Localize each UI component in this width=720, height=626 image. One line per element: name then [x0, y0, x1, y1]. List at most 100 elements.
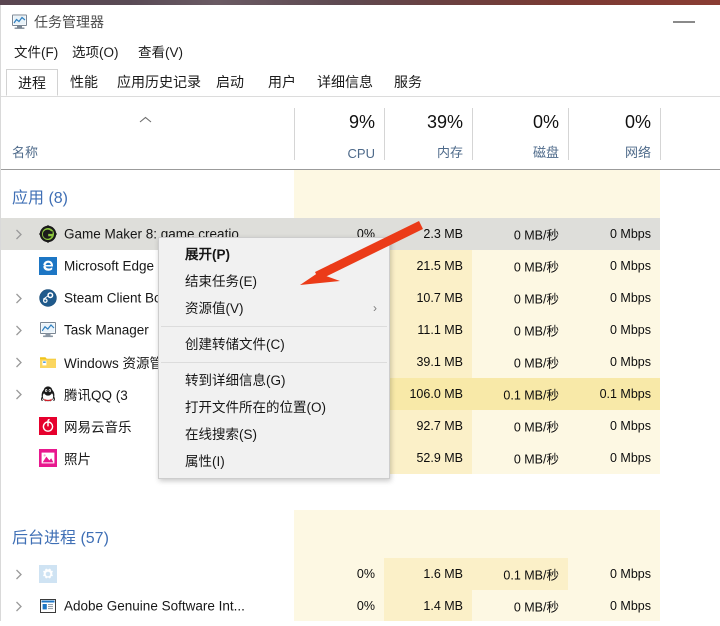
context-menu-item-2[interactable]: 资源值(V) › [159, 295, 389, 322]
context-menu-separator [161, 362, 387, 363]
context-menu-item-6[interactable]: 在线搜索(S) [159, 421, 389, 448]
tab-1[interactable]: 性能 [58, 69, 110, 96]
tab-0[interactable]: 进程 [6, 69, 58, 96]
tab-6[interactable]: 服务 [382, 69, 434, 96]
group-cell [472, 170, 568, 218]
table-row[interactable]: 0% 1.6 MB 0.1 MB/秒 0 Mbps [1, 558, 720, 590]
minimize-button[interactable] [661, 5, 707, 35]
cell-disk: 0.1 MB/秒 [472, 378, 568, 410]
cell-network: 0 Mbps [568, 558, 660, 590]
cell-disk-value: 0.1 MB/秒 [503, 568, 559, 583]
group-row-background[interactable]: 后台进程 (57) [1, 510, 720, 558]
cell-memory: 21.5 MB [384, 250, 472, 282]
column-header-cpu[interactable]: 9% CPU [294, 98, 384, 169]
cell-network-value: 0 Mbps [610, 291, 651, 305]
column-header-cpu-percent: 9% [348, 112, 375, 132]
column-divider-1[interactable] [384, 108, 385, 160]
context-menu-item-4[interactable]: 转到详细信息(G) [159, 367, 389, 394]
cell-disk-value: 0 MB/秒 [513, 260, 559, 275]
tab-3[interactable]: 启动 [204, 69, 256, 96]
column-divider-end[interactable] [660, 108, 661, 160]
context-menu-item-label: 在线搜索(S) [185, 427, 257, 442]
chevron-right-icon[interactable] [15, 357, 25, 368]
cell-disk-value: 0 MB/秒 [513, 228, 559, 243]
process-name: Microsoft Edge [64, 258, 155, 274]
column-divider-3[interactable] [568, 108, 569, 160]
cell-cpu: 0% [294, 590, 384, 621]
context-menu-item-label: 资源值(V) [185, 301, 244, 316]
menu-item-0[interactable]: 文件(F) [9, 42, 63, 63]
column-header-disk-label: 磁盘 [532, 145, 559, 160]
group-row-apps[interactable]: 应用 (8) [1, 170, 720, 218]
cell-memory-value: 2.3 MB [423, 227, 463, 241]
cell-network-value: 0 Mbps [610, 419, 651, 433]
column-header-cpu-label: CPU [347, 146, 375, 161]
context-menu-item-0[interactable]: 展开(P) [159, 241, 389, 268]
cell-disk-value: 0.1 MB/秒 [503, 388, 559, 403]
chevron-right-icon[interactable] [15, 601, 25, 612]
cell-network-value: 0 Mbps [610, 451, 651, 465]
column-divider-0[interactable] [294, 108, 295, 160]
tab-underline [1, 96, 720, 97]
context-menu-item-7[interactable]: 属性(I) [159, 448, 389, 475]
cell-disk: 0 MB/秒 [472, 282, 568, 314]
column-header-memory-label: 内存 [436, 145, 463, 160]
cell-disk: 0 MB/秒 [472, 410, 568, 442]
minimize-icon [673, 21, 695, 23]
steam-icon [39, 289, 57, 307]
group-cell [384, 170, 472, 218]
context-menu-item-label: 转到详细信息(G) [185, 373, 286, 388]
chevron-right-icon[interactable] [15, 325, 25, 336]
context-menu-item-1[interactable]: 结束任务(E) [159, 268, 389, 295]
cell-disk: 0 MB/秒 [472, 590, 568, 621]
chevron-right-icon[interactable] [15, 569, 25, 580]
column-header-disk[interactable]: 0% 磁盘 [472, 98, 568, 169]
cell-memory-value: 21.5 MB [416, 259, 463, 273]
cell-network-value: 0 Mbps [610, 323, 651, 337]
column-header-memory-percent: 39% [426, 112, 463, 132]
taskmanager-icon [39, 321, 57, 339]
cell-memory: 1.4 MB [384, 590, 472, 621]
context-menu-item-3[interactable]: 创建转储文件(C) [159, 331, 389, 358]
column-header-disk-percent: 0% [532, 112, 559, 132]
column-header-memory[interactable]: 39% 内存 [384, 98, 472, 169]
tab-2[interactable]: 应用历史记录 [110, 69, 204, 96]
cell-disk-value: 0 MB/秒 [513, 292, 559, 307]
tab-5[interactable]: 详细信息 [308, 69, 382, 96]
chevron-right-icon[interactable] [15, 293, 25, 304]
cell-disk: 0 MB/秒 [472, 250, 568, 282]
title-bar: 任务管理器 [1, 5, 720, 39]
cell-cpu: 0% [294, 558, 384, 590]
chevron-right-icon[interactable] [15, 229, 25, 240]
column-header-name[interactable]: 名称 [12, 142, 38, 161]
cell-memory: 92.7 MB [384, 410, 472, 442]
cell-network: 0 Mbps [568, 250, 660, 282]
tab-4[interactable]: 用户 [256, 69, 308, 96]
process-name: Task Manager [64, 322, 149, 338]
menu-item-1[interactable]: 选项(O) [67, 42, 124, 63]
column-header-network-percent: 0% [624, 112, 651, 132]
cell-memory-value: 11.1 MB [417, 323, 463, 337]
cell-network: 0 Mbps [568, 218, 660, 250]
context-menu[interactable]: 展开(P) 结束任务(E) 资源值(V) › 创建转储文件(C) 转到详细信息(G) 打开文… [158, 237, 390, 479]
cell-network-value: 0 Mbps [610, 259, 651, 273]
cell-disk: 0 MB/秒 [472, 442, 568, 474]
table-row[interactable]: 0% 1.4 MB 0 MB/秒 0 Mbps Adobe Genuine Softwa… [1, 590, 720, 621]
column-divider-2[interactable] [472, 108, 473, 160]
cell-disk: 0 MB/秒 [472, 346, 568, 378]
edge-icon [39, 257, 57, 275]
cell-network-value: 0 Mbps [610, 599, 651, 613]
group-cell [294, 510, 384, 558]
cell-memory-value: 106.0 MB [409, 387, 463, 401]
menu-item-2[interactable]: 查看(V) [133, 42, 188, 63]
cell-disk-value: 0 MB/秒 [513, 356, 559, 371]
context-menu-item-label: 展开(P) [185, 247, 230, 262]
chevron-right-icon[interactable] [15, 389, 25, 400]
context-menu-item-label: 打开文件所在的位置(O) [185, 400, 326, 415]
context-menu-item-5[interactable]: 打开文件所在的位置(O) [159, 394, 389, 421]
cell-disk: 0 MB/秒 [472, 314, 568, 346]
cell-network: 0 Mbps [568, 410, 660, 442]
column-header-network-label: 网络 [624, 145, 651, 160]
column-header-network[interactable]: 0% 网络 [568, 98, 660, 169]
cell-disk-value: 0 MB/秒 [513, 600, 559, 615]
